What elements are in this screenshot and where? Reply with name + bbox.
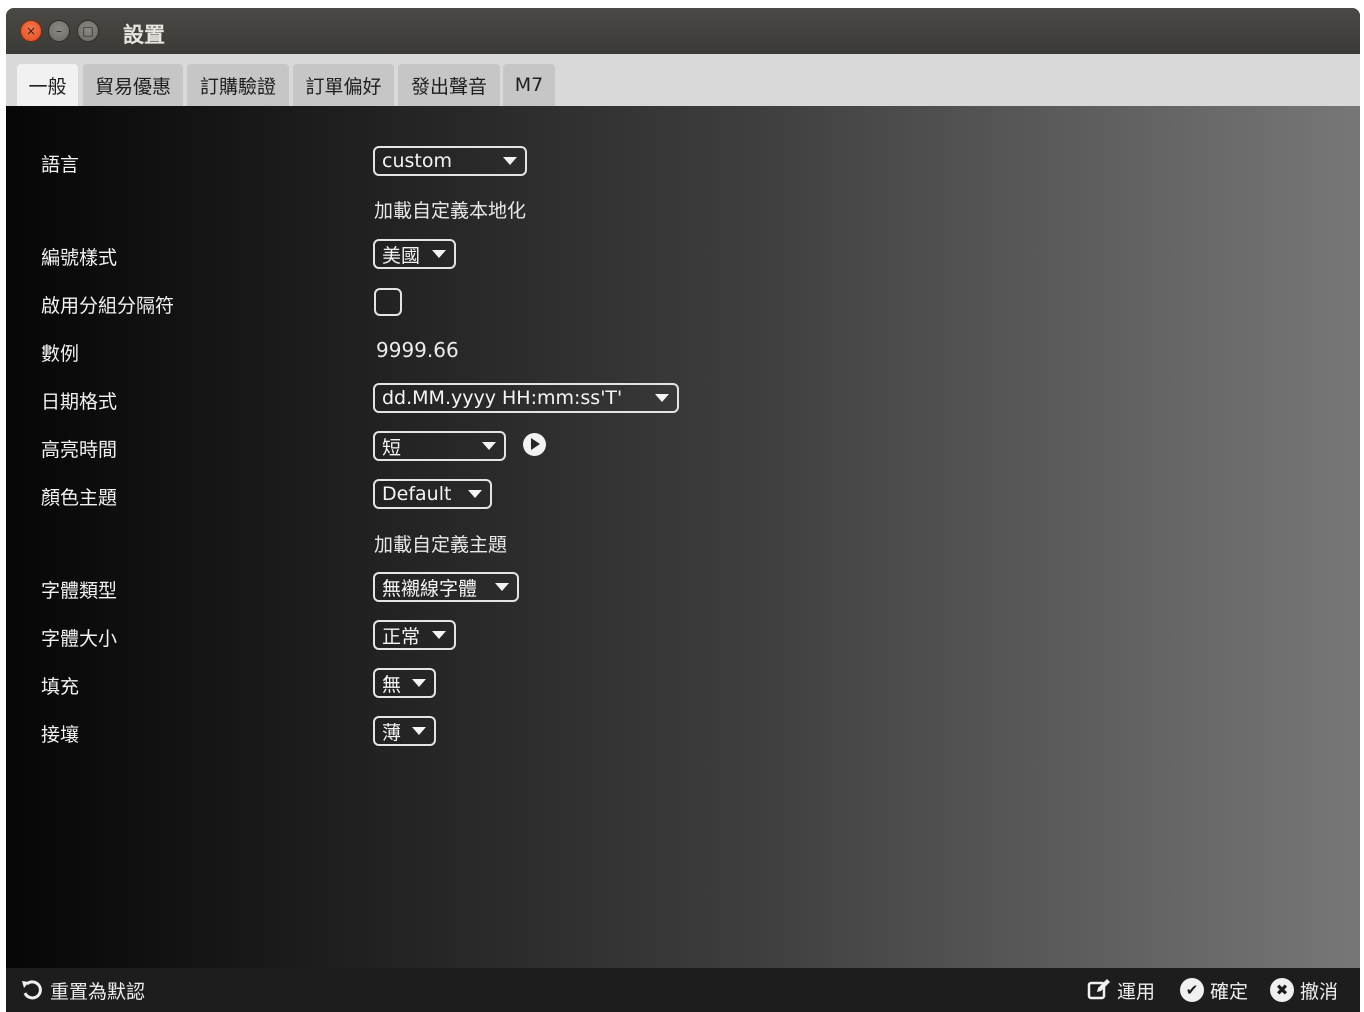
font-type-value: 無襯線字體 — [382, 577, 478, 600]
tab-order-preferences[interactable]: 訂單偏好 — [293, 64, 394, 106]
cancel-label: 撤消 — [1300, 980, 1339, 1003]
font-size-value: 正常 — [382, 625, 421, 648]
border-value: 薄 — [382, 721, 402, 744]
border-label: 接壤 — [41, 724, 80, 746]
chevron-down-icon — [412, 679, 426, 687]
color-theme-label: 顏色主題 — [41, 487, 118, 509]
apply-label: 運用 — [1117, 980, 1156, 1003]
load-custom-theme-link[interactable]: 加載自定義主題 — [374, 530, 507, 557]
number-format-label: 編號樣式 — [41, 247, 118, 269]
settings-panel: 語言 custom 加載自定義本地化 編號樣式 美國 啟用分組分隔符 數例 99… — [6, 106, 1360, 968]
close-icon: × — [25, 24, 37, 38]
reset-defaults-button[interactable]: 重置為默認 — [20, 976, 145, 1004]
maximize-icon: □ — [82, 24, 94, 38]
date-format-value: dd.MM.yyyy HH:mm:ss'T' — [382, 387, 623, 409]
font-type-dropdown[interactable]: 無襯線字體 — [373, 572, 519, 602]
language-label: 語言 — [41, 154, 80, 176]
edit-icon — [1087, 978, 1111, 1002]
tab-trade-preferences[interactable]: 貿易優惠 — [83, 64, 183, 106]
font-size-dropdown[interactable]: 正常 — [373, 620, 456, 650]
chevron-down-icon — [468, 490, 482, 498]
window-title: 設置 — [123, 23, 165, 47]
highlight-time-label: 高亮時間 — [41, 439, 118, 461]
reset-defaults-label: 重置為默認 — [50, 980, 146, 1003]
tab-general[interactable]: 一般 — [17, 64, 78, 106]
highlight-time-dropdown[interactable]: 短 — [373, 431, 506, 461]
apply-button[interactable]: 運用 — [1087, 976, 1155, 1004]
date-format-dropdown[interactable]: dd.MM.yyyy HH:mm:ss'T' — [373, 383, 679, 413]
window-close-button[interactable]: × — [20, 20, 42, 42]
tab-sounds[interactable]: 發出聲音 — [398, 64, 500, 106]
padding-dropdown[interactable]: 無 — [373, 668, 436, 698]
grouping-separator-checkbox[interactable] — [374, 288, 402, 316]
chevron-down-icon — [503, 157, 517, 165]
chevron-down-icon — [432, 631, 446, 639]
check-circle-icon: ✔ — [1180, 978, 1204, 1002]
example-value: 9999.66 — [376, 338, 459, 362]
color-theme-value: Default — [382, 483, 452, 505]
x-circle-icon: ✖ — [1270, 978, 1294, 1002]
load-custom-localization-link[interactable]: 加載自定義本地化 — [374, 196, 526, 223]
padding-value: 無 — [382, 673, 402, 696]
language-dropdown[interactable]: custom — [373, 146, 527, 176]
settings-window: × – □ 設置 一般 貿易優惠 訂購驗證 訂單偏好 發出聲音 M7 語言 cu… — [6, 8, 1360, 1012]
chevron-down-icon — [495, 583, 509, 591]
color-theme-dropdown[interactable]: Default — [373, 479, 492, 509]
window-minimize-button[interactable]: – — [48, 20, 70, 42]
chevron-down-icon — [655, 394, 669, 402]
language-value: custom — [382, 150, 452, 172]
tab-order-verification[interactable]: 訂購驗證 — [187, 64, 289, 106]
example-label: 數例 — [41, 343, 80, 365]
border-dropdown[interactable]: 薄 — [373, 716, 436, 746]
play-icon[interactable] — [523, 433, 546, 456]
chevron-down-icon — [432, 250, 446, 258]
footer-bar: 重置為默認 運用 ✔ 確定 ✖ 撤消 — [6, 968, 1360, 1012]
number-format-dropdown[interactable]: 美國 — [373, 239, 456, 269]
highlight-time-value: 短 — [382, 436, 402, 459]
number-format-value: 美國 — [382, 244, 421, 267]
minimize-icon: – — [56, 24, 62, 38]
tab-bar: 一般 貿易優惠 訂購驗證 訂單偏好 發出聲音 M7 — [6, 54, 1360, 106]
ok-button[interactable]: ✔ 確定 — [1180, 976, 1248, 1004]
padding-label: 填充 — [41, 676, 80, 698]
chevron-down-icon — [482, 442, 496, 450]
chevron-down-icon — [412, 727, 426, 735]
grouping-separator-label: 啟用分組分隔符 — [41, 295, 175, 317]
cancel-button[interactable]: ✖ 撤消 — [1270, 976, 1338, 1004]
date-format-label: 日期格式 — [41, 391, 118, 413]
ok-label: 確定 — [1210, 980, 1249, 1003]
undo-icon — [20, 978, 44, 1002]
font-type-label: 字體類型 — [41, 580, 118, 602]
tab-m7[interactable]: M7 — [503, 64, 555, 106]
window-maximize-button[interactable]: □ — [77, 20, 99, 42]
title-bar: × – □ 設置 — [6, 8, 1360, 54]
font-size-label: 字體大小 — [41, 628, 118, 650]
